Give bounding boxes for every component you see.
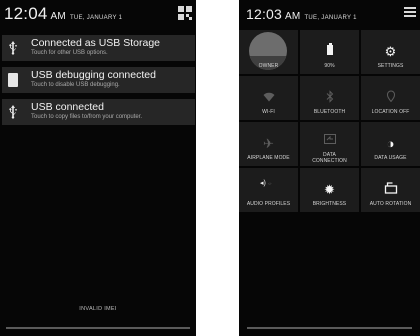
tile-label: AIRPLANE MODE xyxy=(247,155,290,161)
airplane-icon: ✈ xyxy=(263,136,274,151)
notification-title: USB connected xyxy=(31,101,104,113)
notification-shade-screen: 12:04 AM TUE, JANUARY 1 Connected as USB S… xyxy=(0,0,196,336)
clock-ampm: AM xyxy=(285,11,301,22)
gear-icon: ⚙ xyxy=(384,44,397,59)
clock-ampm: AM xyxy=(50,11,66,22)
usb-icon xyxy=(5,103,21,121)
tile-airplane-mode[interactable]: ✈ AIRPLANE MODE xyxy=(239,122,298,166)
status-date: TUE, JANUARY 1 xyxy=(69,15,123,21)
tile-label: AUDIO PROFILES xyxy=(246,201,291,207)
clock-time: 12:04 xyxy=(4,4,48,23)
audio-profiles-icon: ◂) ◃· xyxy=(260,180,272,187)
tile-settings[interactable]: ⚙ SETTINGS xyxy=(361,30,420,74)
clock-time: 12:03 xyxy=(246,6,283,22)
tile-bluetooth[interactable]: BLUETOOTH xyxy=(300,76,359,120)
status-bar: 12:04 AM TUE, JANUARY 1 xyxy=(0,0,196,26)
drag-handle[interactable] xyxy=(6,327,190,329)
notification-usb-debugging[interactable]: USB debugging connected Touch to disable… xyxy=(2,67,195,93)
clock: 12:03 AM TUE, JANUARY 1 xyxy=(246,6,357,22)
tile-label: AUTO ROTATION xyxy=(369,201,412,207)
debug-icon xyxy=(5,71,21,89)
tile-label: OWNER xyxy=(258,63,279,69)
tile-owner[interactable]: OWNER xyxy=(239,30,298,74)
battery-icon xyxy=(327,43,333,55)
bluetooth-icon xyxy=(326,90,334,106)
tile-label: BLUETOOTH xyxy=(313,109,346,115)
drag-handle[interactable] xyxy=(247,327,412,329)
tile-audio-profiles[interactable]: ◂) ◃· AUDIO PROFILES xyxy=(239,168,298,212)
tile-data-usage[interactable]: ◑ DATA USAGE xyxy=(361,122,420,166)
quick-settings-toggle-icon[interactable] xyxy=(178,6,192,20)
notification-subtitle: Touch for other USB options. xyxy=(31,50,108,56)
notification-title: Connected as USB Storage xyxy=(31,37,160,49)
tile-label: SETTINGS xyxy=(377,63,404,69)
tile-label: 90% xyxy=(324,63,335,69)
tile-label: BRIGHTNESS xyxy=(312,201,347,207)
tile-label: DATA CONNECTION xyxy=(312,152,347,164)
notification-usb-storage[interactable]: Connected as USB Storage Touch for other… xyxy=(2,35,195,61)
usb-icon xyxy=(5,39,21,57)
quick-settings-screen: 12:03 AM TUE, JANUARY 1 OWNER 90% ⚙ SETTIN… xyxy=(239,0,420,336)
tile-label: LOCATION OFF xyxy=(371,109,410,115)
tile-wifi[interactable]: WI-FI xyxy=(239,76,298,120)
notification-subtitle: Touch to disable USB debugging. xyxy=(31,82,120,88)
notification-title: USB debugging connected xyxy=(31,69,156,81)
tile-battery[interactable]: 90% xyxy=(300,30,359,74)
data-connection-icon xyxy=(323,132,336,147)
brightness-icon: ✹ xyxy=(324,182,335,197)
status-bar: 12:03 AM TUE, JANUARY 1 xyxy=(239,0,420,26)
auto-rotation-icon xyxy=(384,182,397,197)
tile-label: WI-FI xyxy=(262,109,275,115)
tile-label: DATA USAGE xyxy=(374,155,407,161)
notification-usb-connected[interactable]: USB connected Touch to copy files to/fro… xyxy=(2,99,195,125)
tile-location[interactable]: LOCATION OFF xyxy=(361,76,420,120)
data-usage-icon: ◑ xyxy=(386,136,395,151)
tile-brightness[interactable]: ✹ BRIGHTNESS xyxy=(300,168,359,212)
wifi-icon xyxy=(263,90,275,105)
status-date: TUE, JANUARY 1 xyxy=(304,15,357,21)
location-icon xyxy=(386,90,395,105)
tile-auto-rotation[interactable]: AUTO ROTATION xyxy=(361,168,420,212)
carrier-label: INVALID IMEI xyxy=(79,306,117,312)
clock: 12:04 AM TUE, JANUARY 1 xyxy=(4,4,122,24)
tile-data-connection[interactable]: DATA CONNECTION xyxy=(300,122,359,166)
notification-subtitle: Touch to copy files to/from your compute… xyxy=(31,114,143,120)
notifications-toggle-icon[interactable] xyxy=(402,6,416,20)
